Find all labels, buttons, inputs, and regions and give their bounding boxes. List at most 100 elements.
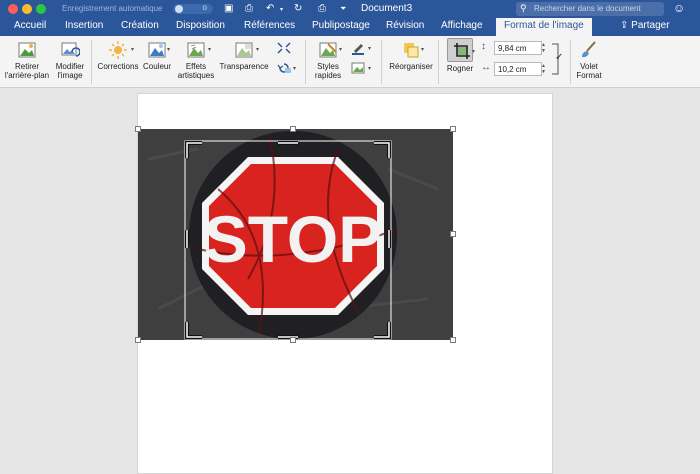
width-stepper[interactable]: ▲ ▼ (541, 63, 549, 75)
crop-button[interactable]: Rogner (443, 38, 477, 73)
height-icon: ↕ (481, 41, 486, 52)
format-pane-label-2: Format (576, 71, 602, 80)
quick-styles-dropdown-icon[interactable]: ▾ (339, 46, 342, 53)
picture-color-icon (148, 42, 166, 58)
quick-styles-label-1: Styles (317, 62, 339, 71)
sun-icon (109, 41, 127, 59)
remove-background-label-1: Retirer (14, 62, 39, 71)
tab-insertion[interactable]: Insertion (65, 20, 103, 31)
corrections-dropdown-icon[interactable]: ▾ (131, 46, 134, 53)
height-field[interactable]: 9,84 cm (494, 41, 542, 55)
artistic-effects-dropdown-icon[interactable]: ▾ (208, 46, 211, 53)
tab-references[interactable]: Références (244, 20, 295, 31)
ribbon-separator (570, 40, 571, 84)
lock-aspect-ratio-checkbox[interactable]: ✓ (555, 52, 563, 63)
tab-format-image[interactable]: Format de l'image (496, 18, 592, 36)
quick-styles-label-2: rapides (314, 71, 342, 80)
resize-handle-top-right[interactable] (450, 126, 456, 132)
arrange-label: Réorganiser (389, 62, 433, 71)
remove-background-button[interactable]: Retirer l'arrière-plan (2, 40, 52, 80)
reset-picture-icon[interactable] (276, 61, 292, 75)
corrections-button[interactable]: Corrections (96, 40, 140, 71)
minimize-window-button[interactable] (22, 4, 32, 14)
autosave-label: Enregistrement automatique (62, 4, 163, 13)
crop-button-pressed (447, 38, 473, 62)
tab-creation[interactable]: Création (121, 20, 159, 31)
picture-effects-icon[interactable] (350, 61, 366, 75)
transparency-icon (235, 42, 253, 58)
tab-revision[interactable]: Révision (386, 20, 424, 31)
tab-disposition[interactable]: Disposition (176, 20, 225, 31)
toggle-knob (175, 5, 183, 13)
remove-background-icon (18, 42, 36, 58)
color-dropdown-icon[interactable]: ▾ (167, 46, 170, 53)
save-icon[interactable]: ⎙ (245, 3, 253, 14)
search-icon: ⚲ (520, 3, 527, 13)
resize-handle-top[interactable] (290, 126, 296, 132)
ribbon-separator (381, 40, 382, 84)
print-icon[interactable]: ⎙ (318, 3, 326, 14)
paintbrush-icon (582, 41, 596, 58)
arrange-icon (404, 43, 419, 58)
picture-effects-dropdown-icon[interactable]: ▾ (368, 65, 371, 72)
customize-toolbar-icon[interactable]: ⏷ (340, 4, 346, 14)
change-picture-icon (61, 42, 80, 57)
picture-border-dropdown-icon[interactable]: ▾ (368, 45, 371, 52)
sidebar-toggle-icon[interactable]: ▣ (224, 3, 233, 14)
crop-label: Rogner (446, 64, 474, 73)
autosave-state: o (202, 3, 207, 12)
quick-styles-icon (319, 42, 337, 58)
artistic-effects-label-1: Effets (185, 62, 207, 71)
change-picture-button[interactable]: Modifier l'image (52, 40, 88, 80)
picture-border-icon[interactable] (350, 41, 366, 55)
transparency-label: Transparence (219, 62, 269, 71)
search-placeholder: Rechercher dans le document (534, 4, 641, 13)
ribbon-separator (91, 40, 92, 84)
close-window-button[interactable] (8, 4, 18, 14)
artistic-effects-icon (187, 42, 205, 58)
title-bar: Enregistrement automatique o ▣ ⎙ ↶ ▾ ↻ ⎙… (0, 0, 700, 18)
tab-publipostage[interactable]: Publipostage (312, 20, 370, 31)
document-title: Document3 (361, 3, 413, 14)
crop-dropdown-icon[interactable]: ▾ (472, 48, 475, 55)
color-button[interactable]: Couleur (141, 40, 173, 71)
share-button[interactable]: ⇪ Partager (620, 20, 670, 31)
width-field[interactable]: 10,2 cm (494, 62, 542, 76)
format-pane-button[interactable]: Volet Format (573, 40, 605, 80)
search-input[interactable]: ⚲ Rechercher dans le document (516, 2, 664, 16)
feedback-smiley-icon[interactable]: ☺ (673, 1, 685, 15)
resize-handle-bottom-right[interactable] (450, 337, 456, 343)
change-picture-label-1: Modifier (55, 62, 85, 71)
transparency-dropdown-icon[interactable]: ▾ (256, 46, 259, 53)
zoom-window-button[interactable] (36, 4, 46, 14)
ribbon-toolbar: Retirer l'arrière-plan Modifier l'image … (0, 36, 700, 88)
undo-icon[interactable]: ↶ (266, 3, 274, 14)
transparency-button[interactable]: Transparence (218, 40, 270, 71)
share-icon: ⇪ (620, 20, 632, 31)
corrections-label: Corrections (97, 62, 139, 71)
crop-frame[interactable] (184, 140, 394, 342)
arrange-button[interactable]: Réorganiser (386, 40, 436, 71)
height-stepper[interactable]: ▲ ▼ (541, 42, 549, 54)
resize-handle-right[interactable] (450, 231, 456, 237)
redo-icon[interactable]: ↻ (294, 3, 302, 14)
change-picture-label-2: l'image (57, 71, 83, 80)
autosave-toggle[interactable]: o (173, 3, 213, 14)
tab-accueil[interactable]: Accueil (14, 20, 46, 31)
remove-background-label-2: l'arrière-plan (4, 71, 50, 80)
ribbon-separator (438, 40, 439, 84)
tab-affichage[interactable]: Affichage (441, 20, 483, 31)
compress-pictures-icon[interactable] (276, 41, 292, 55)
resize-handle-top-left[interactable] (135, 126, 141, 132)
ribbon-tabs: Accueil Insertion Création Disposition R… (0, 18, 700, 36)
undo-dropdown-icon[interactable]: ▾ (280, 6, 283, 13)
width-icon: ↔ (481, 62, 491, 73)
arrange-dropdown-icon[interactable]: ▾ (421, 46, 424, 53)
resize-handle-bottom-left[interactable] (135, 337, 141, 343)
reset-picture-dropdown-icon[interactable]: ▾ (293, 65, 296, 72)
width-value: 10,2 cm (498, 65, 527, 74)
ribbon-separator (305, 40, 306, 84)
format-pane-label-1: Volet (580, 62, 598, 71)
share-label: Partager (631, 20, 670, 31)
resize-handle-bottom[interactable] (290, 337, 296, 343)
